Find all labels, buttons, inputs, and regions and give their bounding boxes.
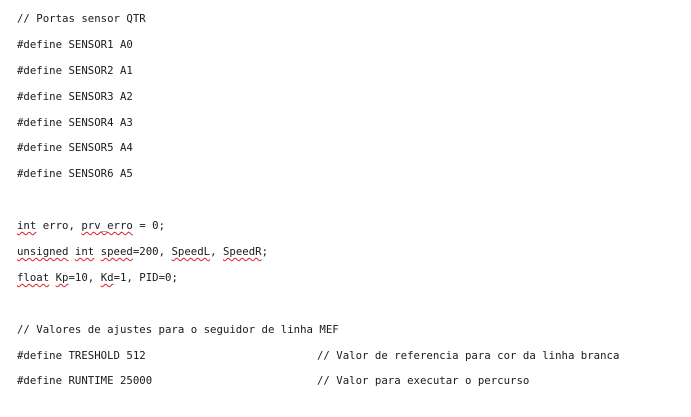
code-line-define-runtime: #define RUNTIME 25000 // Valor para execu…	[17, 372, 677, 398]
identifier-kp: Kp	[55, 270, 69, 284]
identifier-prv-erro: prv_erro	[81, 219, 133, 233]
code-line-comment-valores: // Valores de ajustes para o seguidor de…	[17, 322, 339, 336]
code-define-treshold: #define TRESHOLD 512	[17, 348, 146, 362]
code-line-define-treshold: #define TRESHOLD 512 // Valor de referenc…	[17, 347, 677, 373]
code-line-comment-portas: // Portas sensor QTR	[17, 12, 146, 25]
code-define-runtime: #define RUNTIME 25000	[17, 374, 153, 388]
identifier-speedl: SpeedL	[171, 245, 211, 259]
code-line-define-sensor3: #define SENSOR3 A2	[17, 89, 133, 103]
code-line-define-sensor5: #define SENSOR5 A4	[17, 141, 133, 155]
code-token: =10,	[68, 270, 101, 284]
code-line-int-erro: int erro, prv_erro = 0;	[17, 217, 677, 243]
comment-treshold: // Valor de referencia para cor da linha…	[317, 348, 620, 362]
identifier-speed: speed	[100, 245, 133, 259]
code-line-define-sensor6: #define SENSOR6 A5	[17, 167, 133, 181]
code-line-unsigned-int-speed: unsigned int speed=200, SpeedL, SpeedR;	[17, 243, 677, 269]
code-token: ;	[261, 245, 268, 259]
code-token: ,	[210, 245, 223, 259]
identifier-speedr: SpeedR	[222, 245, 262, 259]
code-token: = 0;	[132, 219, 166, 233]
code-token: =1, PID=0;	[113, 270, 178, 284]
code-line-define-sensor2: #define SENSOR2 A1	[17, 63, 133, 77]
keyword-float: float	[17, 270, 50, 284]
identifier-kd: Kd	[100, 270, 114, 284]
keyword-unsigned: unsigned	[17, 245, 69, 259]
code-document[interactable]: // Portas sensor QTR #define SENSOR1 A0 …	[17, 10, 677, 398]
keyword-int: int	[17, 219, 37, 233]
comment-runtime: // Valor para executar o percurso	[317, 374, 530, 388]
keyword-int: int	[74, 245, 95, 259]
code-line-define-sensor4: #define SENSOR4 A3	[17, 115, 133, 129]
code-token: =200,	[132, 245, 172, 259]
code-token: erro,	[36, 219, 82, 233]
code-line-float-kp: float Kp=10, Kd=1, PID=0;	[17, 269, 677, 295]
code-line-define-sensor1: #define SENSOR1 A0	[17, 37, 133, 51]
